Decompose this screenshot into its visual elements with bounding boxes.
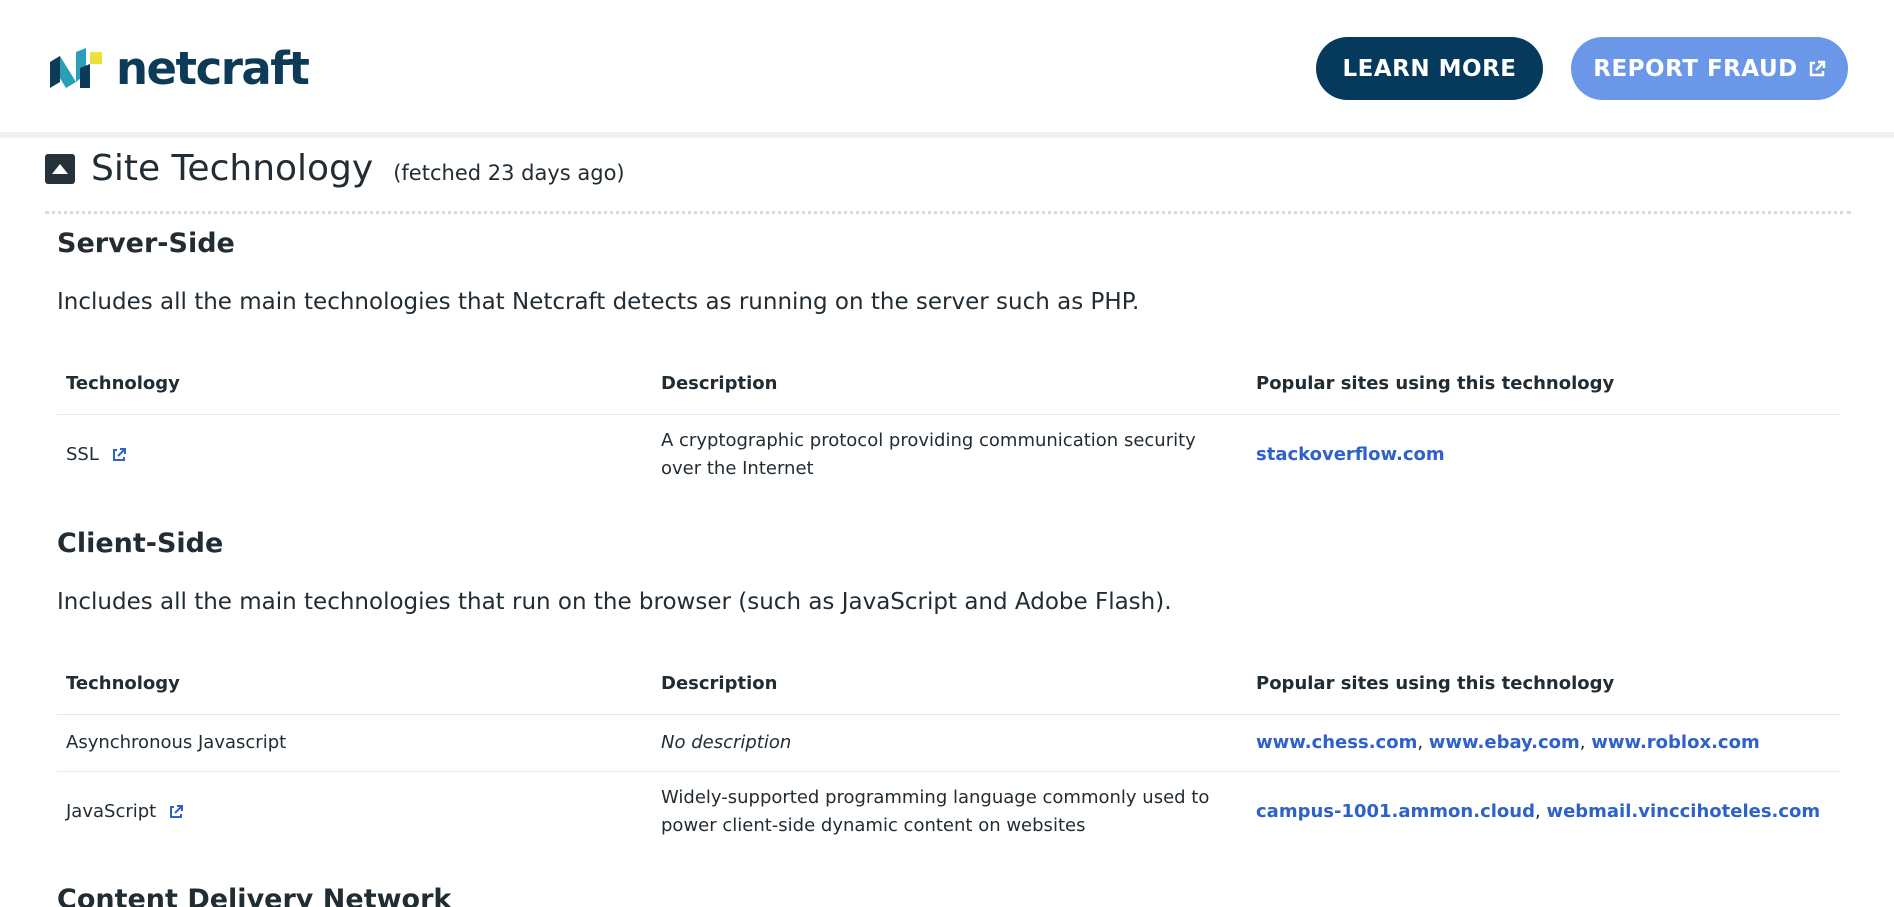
column-header-technology: Technology xyxy=(57,654,652,715)
netcraft-logo-icon xyxy=(50,47,102,88)
site-link[interactable]: www.ebay.com xyxy=(1429,732,1580,753)
column-header-popular-sites: Popular sites using this technology xyxy=(1247,654,1841,715)
popular-sites-cell: stackoverflow.com xyxy=(1247,414,1841,496)
table-header-row: Technology Description Popular sites usi… xyxy=(57,354,1841,415)
server-side-description: Includes all the main technologies that … xyxy=(57,289,1140,315)
page: netcraft LEARN MORE REPORT FRAUD Site Te… xyxy=(0,0,1894,907)
server-side-table: Technology Description Popular sites usi… xyxy=(57,354,1841,496)
site-link[interactable]: webmail.vinccihoteles.com xyxy=(1546,801,1820,822)
technology-name: JavaScript xyxy=(66,801,157,823)
column-header-technology: Technology xyxy=(57,354,652,415)
popular-sites-cell: www.chess.com, www.ebay.com, www.roblox.… xyxy=(1247,714,1841,772)
collapse-toggle-button[interactable] xyxy=(45,153,75,184)
description-cell: No description xyxy=(652,714,1247,772)
technology-cell: SSL xyxy=(57,414,652,496)
table-row: JavaScript Widely-supported programming … xyxy=(57,771,1841,853)
server-side-title: Server-Side xyxy=(57,228,235,259)
site-link[interactable]: stackoverflow.com xyxy=(1256,444,1445,465)
column-header-description: Description xyxy=(652,354,1247,415)
netcraft-logo[interactable]: netcraft xyxy=(50,42,310,95)
external-link-icon xyxy=(1809,60,1825,76)
description-cell: A cryptographic protocol providing commu… xyxy=(661,430,1196,480)
external-link-icon[interactable] xyxy=(168,804,184,820)
popular-sites-cell: campus-1001.ammon.cloud, webmail.vinccih… xyxy=(1256,801,1821,823)
technology-cell: Asynchronous Javascript xyxy=(57,714,652,772)
fetched-note: (fetched 23 days ago) xyxy=(393,160,625,185)
report-fraud-button[interactable]: REPORT FRAUD xyxy=(1571,37,1848,100)
table-header-row: Technology Description Popular sites usi… xyxy=(57,654,1841,715)
technology-cell: JavaScript xyxy=(57,771,652,853)
top-header: netcraft LEARN MORE REPORT FRAUD xyxy=(0,0,1894,138)
site-link[interactable]: www.chess.com xyxy=(1256,732,1417,753)
section-title: Site Technology xyxy=(91,148,374,189)
technology-name: SSL xyxy=(66,444,99,466)
column-header-popular-sites: Popular sites using this technology xyxy=(1247,354,1841,415)
column-header-description: Description xyxy=(652,654,1247,715)
logo-wordmark: netcraft xyxy=(116,42,310,95)
section-divider xyxy=(45,211,1851,214)
description-cell: Widely-supported programming language co… xyxy=(661,787,1210,837)
client-side-title: Client-Side xyxy=(57,528,224,559)
site-link[interactable]: www.roblox.com xyxy=(1591,732,1759,753)
site-link[interactable]: campus-1001.ammon.cloud xyxy=(1256,801,1535,822)
report-fraud-label: REPORT FRAUD xyxy=(1593,55,1798,82)
technology-name: Asynchronous Javascript xyxy=(66,731,287,753)
external-link-icon[interactable] xyxy=(111,447,127,463)
caret-up-icon xyxy=(52,163,68,174)
table-row: SSL A cryptographic protocol providing c… xyxy=(57,414,1841,496)
cdn-title: Content Delivery Network xyxy=(57,884,452,907)
client-side-description: Includes all the main technologies that … xyxy=(57,589,1172,615)
table-row: Asynchronous Javascript No description w… xyxy=(57,714,1841,772)
site-technology-header: Site Technology (fetched 23 days ago) xyxy=(45,148,625,189)
client-side-table: Technology Description Popular sites usi… xyxy=(57,654,1841,853)
learn-more-label: LEARN MORE xyxy=(1342,55,1517,82)
learn-more-button[interactable]: LEARN MORE xyxy=(1316,37,1543,100)
